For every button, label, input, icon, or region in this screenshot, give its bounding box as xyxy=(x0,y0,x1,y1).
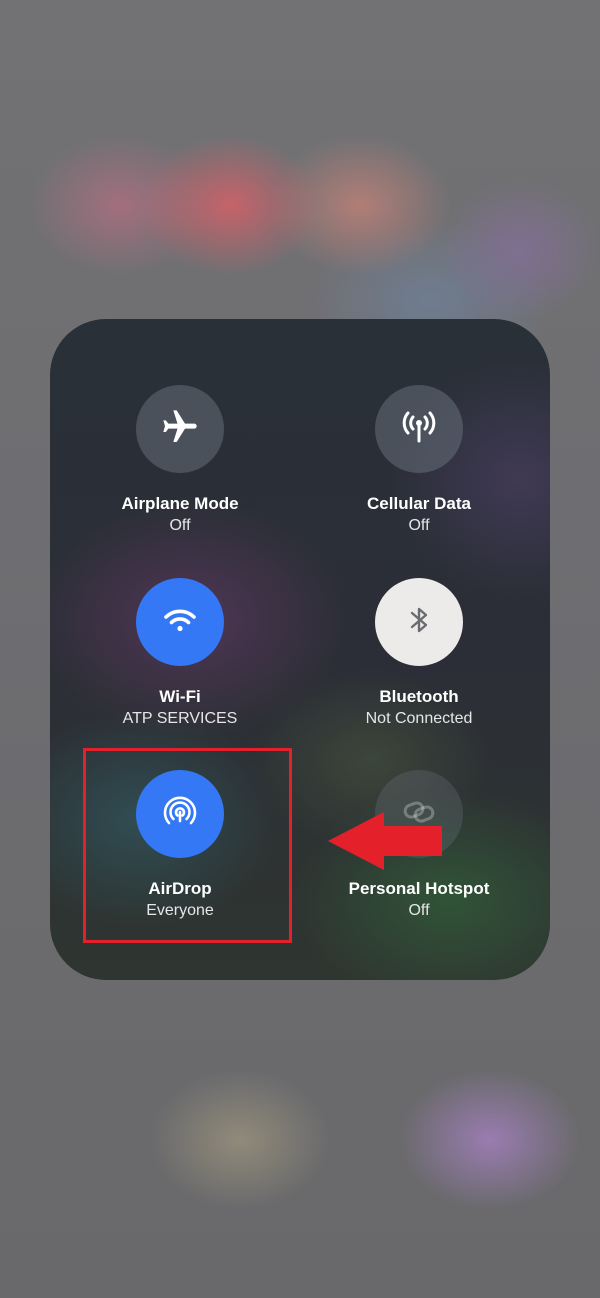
bluetooth-icon xyxy=(399,600,439,645)
wifi-toggle[interactable]: Wi-Fi ATP SERVICES xyxy=(60,578,300,730)
personal-hotspot-status: Off xyxy=(408,902,430,919)
airdrop-highlight-box xyxy=(83,748,292,943)
bluetooth-toggle[interactable]: Bluetooth Not Connected xyxy=(299,578,539,730)
airplane-mode-toggle[interactable]: Airplane Mode Off xyxy=(60,385,300,537)
airplane-icon xyxy=(160,407,200,452)
wifi-icon xyxy=(160,600,200,645)
wifi-button[interactable] xyxy=(136,578,224,666)
airplane-mode-button[interactable] xyxy=(136,385,224,473)
red-arrow-pointer xyxy=(328,812,442,870)
bluetooth-status: Not Connected xyxy=(365,710,473,727)
personal-hotspot-label: Personal Hotspot xyxy=(348,879,490,898)
wifi-label: Wi-Fi xyxy=(159,687,201,706)
cellular-data-status: Off xyxy=(408,517,430,534)
airplane-mode-status: Off xyxy=(169,517,191,534)
airplane-mode-label: Airplane Mode xyxy=(121,494,239,513)
bluetooth-label: Bluetooth xyxy=(379,687,459,706)
bluetooth-button[interactable] xyxy=(375,578,463,666)
cellular-antenna-icon xyxy=(397,405,441,454)
cellular-data-button[interactable] xyxy=(375,385,463,473)
cellular-data-toggle[interactable]: Cellular Data Off xyxy=(299,385,539,537)
wifi-network-name: ATP SERVICES xyxy=(122,710,238,727)
cellular-data-label: Cellular Data xyxy=(367,494,471,513)
